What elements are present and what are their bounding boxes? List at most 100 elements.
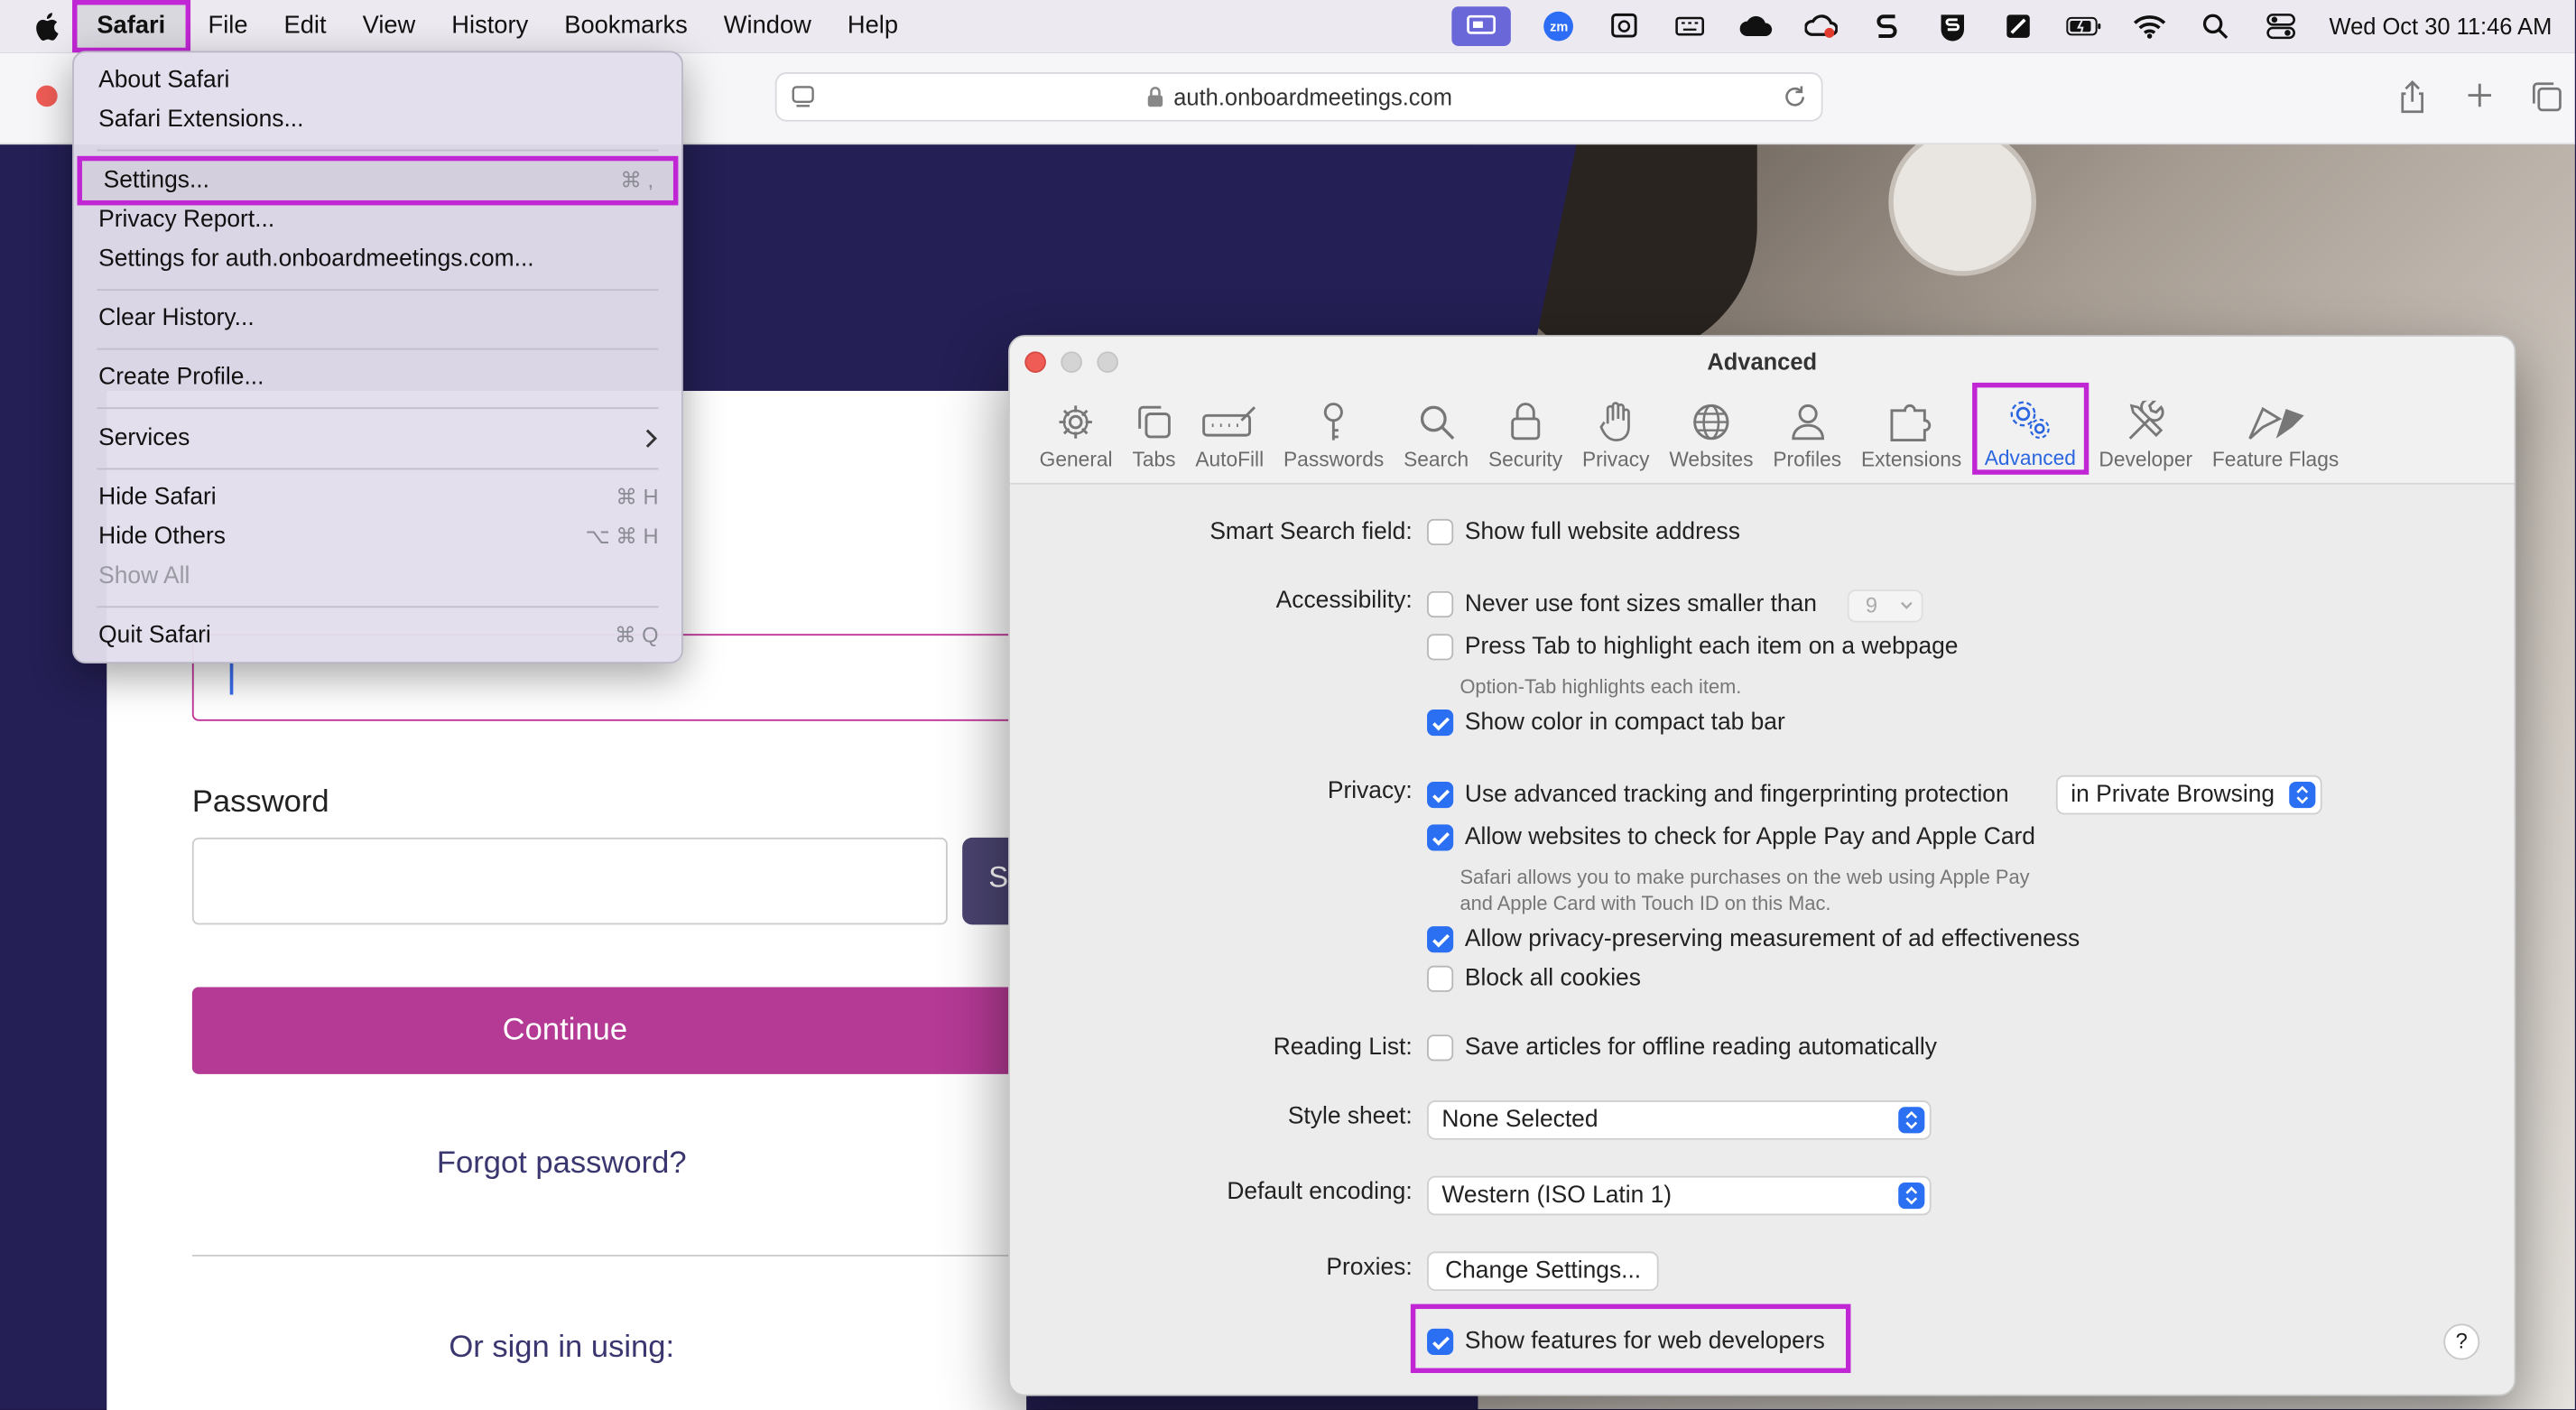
menu-file[interactable]: File — [190, 0, 266, 52]
apple-pay-checkbox[interactable] — [1427, 824, 1454, 851]
menu-separator — [97, 606, 659, 608]
never-font-size-option[interactable]: Never use font sizes smaller than — [1427, 590, 1817, 618]
press-tab-option[interactable]: Press Tab to highlight each item on a we… — [1427, 634, 1958, 661]
menu-window[interactable]: Window — [706, 0, 829, 52]
privacy-label: Privacy: — [1327, 778, 1413, 805]
show-color-tabbar-option[interactable]: Show color in compact tab bar — [1427, 709, 1785, 737]
tab-privacy[interactable]: Privacy — [1572, 386, 1659, 471]
screen-share-icon[interactable] — [1451, 6, 1512, 46]
web-dev-features-option[interactable]: Show features for web developers — [1427, 1328, 1825, 1356]
menu-item-clear-history[interactable]: Clear History... — [98, 301, 658, 337]
battery-icon[interactable] — [2066, 12, 2102, 42]
lock-icon — [1509, 399, 1542, 445]
note-app-icon[interactable] — [2001, 12, 2037, 42]
wifi-icon[interactable] — [2132, 12, 2168, 42]
menu-item-about-safari[interactable]: About Safari — [98, 62, 658, 98]
encoding-select[interactable]: Western (ISO Latin 1) — [1427, 1175, 1932, 1216]
new-tab-icon[interactable] — [2463, 79, 2496, 111]
tab-developer[interactable]: Developer — [2089, 386, 2202, 471]
tab-feature-flags[interactable]: Feature Flags — [2202, 386, 2349, 471]
style-sheet-select[interactable]: None Selected — [1427, 1099, 1932, 1140]
url-text: auth.onboardmeetings.com — [1173, 83, 1452, 110]
advanced-tracking-option[interactable]: Use advanced tracking and fingerprinting… — [1427, 782, 2009, 809]
display-icon[interactable] — [1607, 12, 1643, 42]
tab-profiles[interactable]: Profiles — [1763, 386, 1851, 471]
password-label: Password — [191, 784, 329, 820]
cloud-icon[interactable] — [1738, 12, 1774, 42]
menu-help[interactable]: Help — [829, 0, 916, 52]
tab-extensions[interactable]: Extensions — [1851, 386, 1971, 471]
apple-logo-icon[interactable] — [32, 12, 62, 42]
menu-item-settings[interactable]: Settings... ⌘ , — [77, 155, 679, 206]
continue-button[interactable]: Continue — [191, 987, 1092, 1074]
menu-edit[interactable]: Edit — [266, 0, 345, 52]
menu-item-privacy-report[interactable]: Privacy Report... — [98, 202, 658, 238]
forgot-password-link[interactable]: Forgot password? — [192, 1146, 931, 1183]
menu-history[interactable]: History — [433, 0, 546, 52]
help-button[interactable]: ? — [2443, 1323, 2480, 1360]
advanced-settings-form: Smart Search field: Show full website ad… — [1010, 487, 2515, 1395]
menubar-clock[interactable]: Wed Oct 30 11:46 AM — [2330, 14, 2553, 40]
block-cookies-checkbox[interactable] — [1427, 965, 1454, 992]
keyboard-icon[interactable] — [1673, 12, 1709, 42]
divider — [191, 1255, 1014, 1257]
creative-cloud-icon[interactable] — [1803, 12, 1839, 42]
reload-icon[interactable] — [1782, 84, 1808, 110]
zoom-icon[interactable]: zm — [1541, 11, 1577, 42]
show-full-address-checkbox[interactable] — [1427, 518, 1454, 546]
tab-general[interactable]: General — [1030, 386, 1123, 471]
address-bar[interactable]: auth.onboardmeetings.com — [774, 72, 1823, 122]
share-icon[interactable] — [2397, 79, 2427, 115]
or-sign-in-text: Or sign in using: — [449, 1330, 675, 1365]
tracking-mode-select[interactable]: in Private Browsing — [2055, 775, 2322, 815]
show-full-address-option[interactable]: Show full website address — [1427, 518, 1740, 546]
tab-autofill[interactable]: AutoFill — [1185, 386, 1274, 471]
menu-item-create-profile[interactable]: Create Profile... — [98, 359, 658, 395]
close-window-button[interactable] — [36, 85, 58, 107]
change-proxy-settings-button[interactable]: Change Settings... — [1427, 1251, 1660, 1292]
search-icon[interactable] — [2198, 12, 2234, 42]
menu-item-site-settings[interactable]: Settings for auth.onboardmeetings.com... — [98, 241, 658, 277]
tab-security[interactable]: Security — [1478, 386, 1572, 471]
web-dev-features-checkbox[interactable] — [1427, 1328, 1454, 1356]
menu-separator — [97, 407, 659, 410]
show-color-tabbar-checkbox[interactable] — [1427, 709, 1454, 737]
chevron-down-icon — [1898, 591, 1914, 629]
autofill-icon — [1201, 399, 1257, 445]
chevron-right-icon — [642, 421, 658, 468]
window-title: Advanced — [1707, 348, 1818, 375]
font-size-select: 9 — [1847, 589, 1923, 623]
press-tab-checkbox[interactable] — [1427, 634, 1454, 661]
menu-item-safari-extensions[interactable]: Safari Extensions... — [98, 102, 658, 138]
menu-item-hide-others[interactable]: Hide Others ⌥ ⌘ H — [98, 519, 658, 555]
control-center-icon[interactable] — [2264, 12, 2300, 42]
menu-safari[interactable]: Safari — [72, 0, 190, 53]
menu-item-services[interactable]: Services — [98, 421, 658, 457]
menu-view[interactable]: View — [345, 0, 434, 52]
shield-s-icon[interactable] — [1935, 12, 1971, 42]
tab-tabs[interactable]: Tabs — [1123, 386, 1186, 471]
person-icon — [1789, 399, 1825, 445]
apple-pay-option[interactable]: Allow websites to check for Apple Pay an… — [1427, 824, 2035, 851]
s-app-icon[interactable] — [1869, 12, 1905, 42]
tab-overview-icon[interactable] — [2529, 79, 2565, 115]
block-cookies-option[interactable]: Block all cookies — [1427, 965, 1641, 992]
tab-passwords[interactable]: Passwords — [1274, 386, 1394, 471]
menu-separator — [97, 468, 659, 470]
select-arrows-icon — [1898, 1182, 1925, 1210]
menu-bookmarks[interactable]: Bookmarks — [546, 0, 706, 52]
tab-websites[interactable]: Websites — [1659, 386, 1763, 471]
menu-item-quit-safari[interactable]: Quit Safari ⌘ Q — [98, 617, 658, 654]
tab-advanced[interactable]: Advanced — [1971, 382, 2090, 475]
key-icon — [1317, 399, 1349, 445]
page-menu-icon[interactable] — [790, 84, 816, 110]
never-font-size-checkbox[interactable] — [1427, 590, 1454, 618]
save-articles-option[interactable]: Save articles for offline reading automa… — [1427, 1034, 1937, 1062]
save-articles-checkbox[interactable] — [1427, 1034, 1454, 1062]
password-field[interactable] — [191, 837, 948, 925]
menu-item-hide-safari[interactable]: Hide Safari ⌘ H — [98, 479, 658, 515]
ad-measurement-option[interactable]: Allow privacy-preserving measurement of … — [1427, 926, 2080, 953]
tab-search[interactable]: Search — [1394, 386, 1478, 471]
advanced-tracking-checkbox[interactable] — [1427, 782, 1454, 809]
ad-measurement-checkbox[interactable] — [1427, 926, 1454, 953]
